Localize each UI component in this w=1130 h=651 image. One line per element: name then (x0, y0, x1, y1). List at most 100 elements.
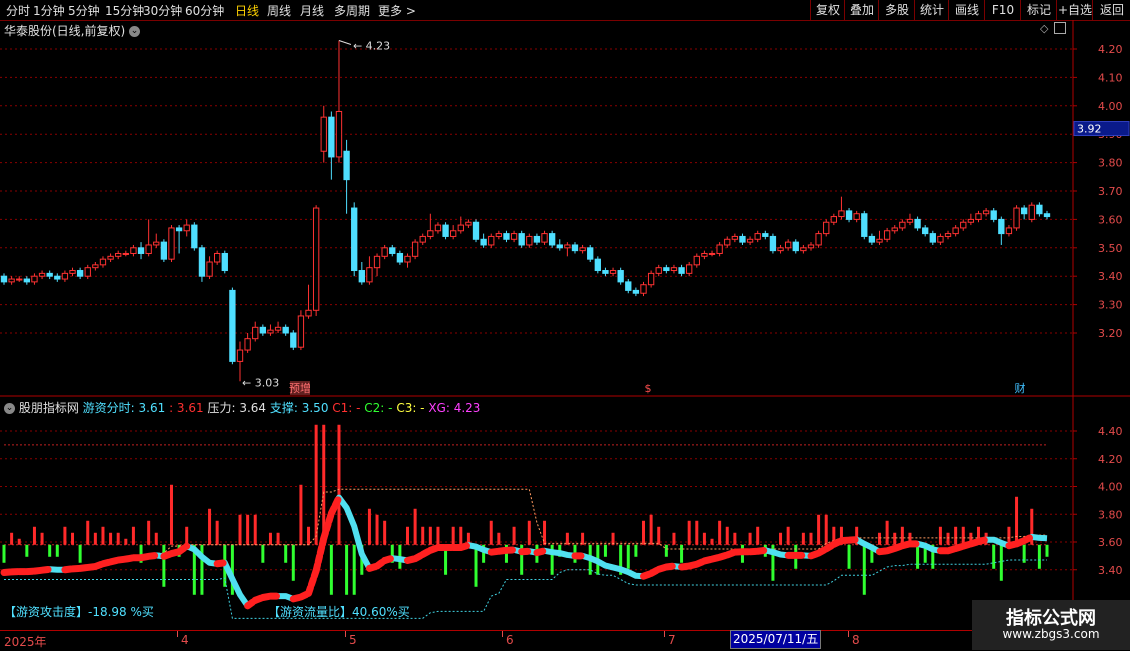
histogram-bar (421, 527, 424, 545)
main-tick-label: 4.00 (1098, 100, 1123, 113)
histogram-bar (299, 485, 302, 545)
histogram-bar (368, 509, 371, 545)
main-tick-label: 3.30 (1098, 299, 1123, 312)
pressure-line (4, 489, 1047, 572)
candle-body (412, 242, 417, 256)
candle-body (62, 273, 67, 279)
histogram-bar (254, 515, 257, 545)
flow-rise-segment (42, 569, 50, 570)
candle-body (709, 253, 714, 254)
candle-body (618, 271, 623, 282)
histogram-bar (10, 533, 13, 545)
candle-body (976, 214, 981, 220)
histogram-bar (452, 527, 455, 545)
histogram-bar (642, 521, 645, 545)
histogram-bar (3, 545, 6, 563)
candle-body (85, 268, 90, 277)
candle-body (572, 245, 577, 251)
histogram-bar (185, 527, 188, 545)
candle-body (352, 208, 357, 270)
candle-body (778, 248, 783, 251)
candle-body (747, 239, 752, 242)
candle-body (275, 327, 280, 330)
histogram-bar (277, 533, 280, 545)
histogram-bar (863, 545, 866, 595)
histogram-bar (147, 521, 150, 545)
kline-chart[interactable]: 4.204.104.003.903.803.703.603.503.403.30… (0, 0, 1130, 650)
histogram-bar (208, 509, 211, 545)
histogram-bar (63, 527, 66, 545)
candle-body (549, 234, 554, 245)
candle-body (1044, 214, 1049, 217)
histogram-bar (779, 533, 782, 545)
candle-body (603, 271, 608, 274)
candle-body (199, 248, 204, 276)
candle-body (504, 234, 509, 240)
candle-body (983, 211, 988, 214)
histogram-bar (330, 545, 333, 595)
histogram-bar (18, 539, 21, 545)
candle-body (626, 282, 631, 291)
candle-body (207, 262, 212, 276)
histogram-bar (284, 545, 287, 563)
date-axis: 2025年45678 (0, 630, 972, 651)
candle-body (991, 211, 996, 220)
candle-body (785, 242, 790, 248)
candle-body (648, 273, 653, 284)
histogram-bar (817, 515, 820, 545)
event-marker: 预增 (289, 381, 311, 395)
candle-body (70, 271, 75, 274)
flow-rise-segment (666, 566, 674, 567)
candle-body (542, 234, 547, 243)
candle-body (123, 253, 128, 254)
histogram-bar (726, 527, 729, 545)
candle-body (869, 236, 874, 242)
candle-body (900, 222, 905, 228)
candle-body (306, 310, 311, 316)
candle-body (862, 214, 867, 237)
ind-tick-label: 3.60 (1098, 536, 1123, 549)
candle-body (687, 265, 692, 274)
candle-body (108, 256, 113, 259)
flow-rise-segment (978, 540, 986, 542)
candle-body (473, 222, 478, 239)
candle-body (1014, 208, 1019, 228)
ind-tick-label: 3.80 (1098, 508, 1123, 521)
histogram-bar (459, 527, 462, 545)
candle-body (184, 225, 189, 231)
candle-body (374, 256, 379, 267)
histogram-bar (886, 521, 889, 545)
main-tick-label: 3.40 (1098, 270, 1123, 283)
histogram-bar (825, 515, 828, 545)
histogram-bar (756, 527, 759, 545)
candle-body (443, 225, 448, 236)
histogram-bar (634, 545, 637, 557)
candle-body (854, 214, 859, 220)
date-label-1: 4 (181, 633, 189, 647)
histogram-bar (665, 545, 668, 557)
date-tick-1 (177, 631, 178, 637)
candle-body (565, 245, 570, 248)
high-label: ← 4.23 (353, 39, 390, 52)
candle-body (466, 222, 471, 225)
histogram-bar (695, 521, 698, 545)
histogram-bar (680, 545, 683, 563)
main-tick-label: 3.20 (1098, 327, 1123, 340)
flow-rise-segment (385, 558, 393, 560)
attack-label: 【游资攻击度】-18.98 %买 (4, 604, 154, 619)
main-tick-label: 4.10 (1098, 71, 1123, 84)
histogram-bar (954, 527, 957, 545)
candle-body (359, 271, 364, 282)
candle-body (725, 239, 730, 245)
watermark-url: www.zbgs3.com (972, 627, 1130, 641)
candle-body (215, 253, 220, 262)
histogram-bar (1000, 545, 1003, 581)
histogram-bar (787, 527, 790, 545)
candle-body (291, 333, 296, 347)
candle-body (846, 211, 851, 220)
histogram-bar (86, 521, 89, 545)
date-label-5: 8 (852, 633, 860, 647)
candle-body (816, 234, 821, 245)
candle-body (405, 256, 410, 262)
histogram-bar (41, 533, 44, 545)
